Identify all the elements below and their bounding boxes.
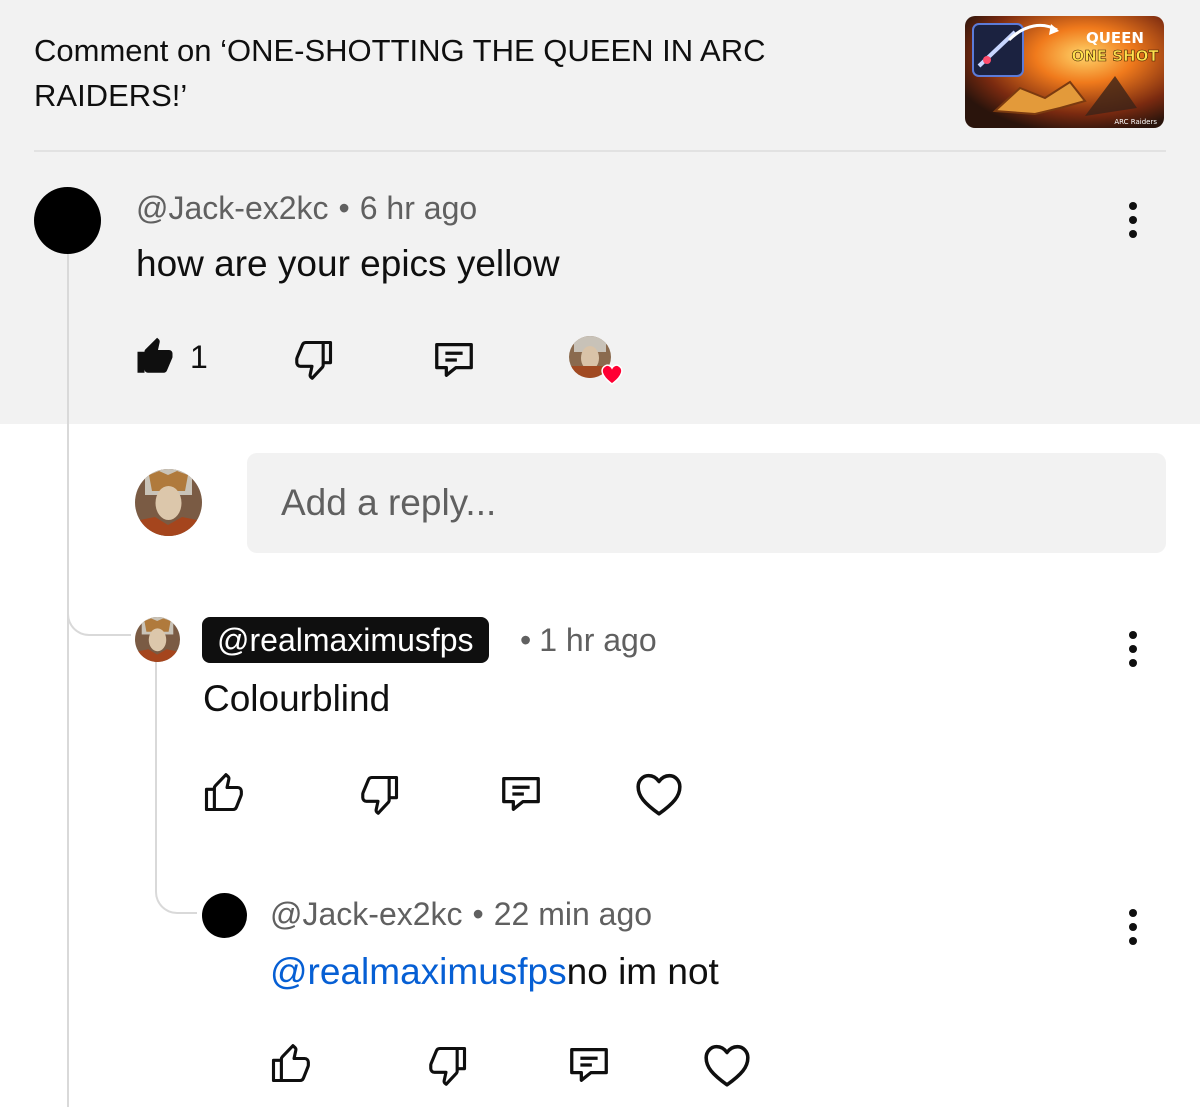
comment-meta: • 1 hr ago bbox=[512, 622, 657, 659]
comment-text-body: no im not bbox=[566, 951, 719, 992]
mention-link[interactable]: @realmaximusfps bbox=[270, 951, 567, 992]
like-button[interactable] bbox=[268, 1041, 312, 1087]
avatar[interactable] bbox=[202, 893, 247, 938]
comment-meta: @Jack-ex2kc • 6 hr ago bbox=[136, 190, 477, 227]
comment-text: Colourblind bbox=[203, 678, 391, 719]
thumbnail-text-one-shot: ONE SHOT bbox=[1071, 47, 1159, 65]
current-user-avatar bbox=[135, 469, 202, 536]
dislike-button[interactable] bbox=[358, 772, 402, 816]
creator-handle-badge[interactable]: @realmaximusfps bbox=[202, 617, 489, 663]
reply-comment-icon bbox=[570, 1047, 608, 1082]
creator-heart-icon bbox=[569, 336, 623, 385]
like-count: 1 bbox=[190, 338, 208, 375]
page-title: Comment on ‘ONE-SHOTTING THE QUEEN IN AR… bbox=[34, 33, 766, 113]
meta-separator: • bbox=[520, 622, 532, 658]
thumb-up-icon bbox=[271, 1044, 310, 1083]
reply-input[interactable] bbox=[247, 453, 1166, 553]
thumbnail-brand: ARC Raiders bbox=[1114, 118, 1157, 126]
avatar[interactable] bbox=[135, 617, 180, 662]
comment-time: 22 min ago bbox=[493, 896, 653, 932]
header-divider bbox=[34, 150, 1166, 152]
comment-text: how are your epics yellow bbox=[136, 243, 560, 284]
more-options-button[interactable] bbox=[1118, 195, 1148, 245]
comment-author[interactable]: @Jack-ex2kc bbox=[270, 896, 463, 932]
meta-separator: • bbox=[338, 190, 350, 226]
more-vert-icon-dot bbox=[1129, 659, 1137, 667]
reply-button[interactable] bbox=[497, 770, 545, 816]
thumb-down-icon bbox=[429, 1046, 467, 1086]
more-vert-icon-dot bbox=[1129, 645, 1137, 653]
thread-connector-reply-2 bbox=[155, 870, 197, 914]
more-vert-icon bbox=[1129, 631, 1137, 639]
dislike-button[interactable] bbox=[426, 1043, 470, 1087]
reply-comment-icon bbox=[435, 342, 473, 377]
video-thumbnail[interactable]: QUEEN ONE SHOT ARC Raiders bbox=[965, 16, 1164, 128]
reply-comment-icon bbox=[502, 776, 540, 811]
comment-text: @realmaximusfpsno im not bbox=[270, 951, 719, 993]
heart-button[interactable] bbox=[702, 1042, 752, 1088]
more-vert-icon bbox=[1129, 202, 1137, 210]
like-button[interactable]: 1 bbox=[134, 335, 208, 379]
avatar[interactable] bbox=[34, 187, 101, 254]
reply-button[interactable] bbox=[430, 336, 478, 382]
more-vert-icon-dot bbox=[1129, 937, 1137, 945]
more-vert-icon-dot bbox=[1129, 923, 1137, 931]
thumb-up-icon bbox=[204, 773, 243, 812]
comment-author[interactable]: @Jack-ex2kc bbox=[136, 190, 329, 226]
more-options-button[interactable] bbox=[1118, 902, 1148, 952]
more-vert-icon-dot bbox=[1129, 216, 1137, 224]
thumb-up-icon bbox=[137, 337, 173, 373]
reply-button[interactable] bbox=[565, 1041, 613, 1087]
comment-time: 1 hr ago bbox=[539, 622, 657, 658]
heart-icon bbox=[636, 773, 682, 816]
more-vert-icon bbox=[1129, 909, 1137, 917]
heart-button[interactable] bbox=[634, 771, 684, 817]
thread-line-nested bbox=[155, 662, 157, 872]
thread-line-main bbox=[67, 254, 69, 1107]
more-options-button[interactable] bbox=[1118, 624, 1148, 674]
creator-heart-badge bbox=[568, 334, 628, 388]
thread-connector-reply-1 bbox=[67, 590, 131, 636]
more-vert-icon-dot bbox=[1129, 230, 1137, 238]
thumbnail-text-queen: QUEEN bbox=[1086, 29, 1144, 47]
like-button[interactable] bbox=[201, 770, 245, 816]
thumb-down-icon bbox=[361, 775, 399, 815]
comment-meta: @Jack-ex2kc • 22 min ago bbox=[270, 896, 652, 933]
thumb-down-icon bbox=[295, 340, 333, 380]
meta-separator: • bbox=[472, 896, 484, 932]
heart-icon bbox=[704, 1044, 750, 1087]
dislike-button[interactable] bbox=[292, 337, 336, 381]
comment-time: 6 hr ago bbox=[359, 190, 478, 226]
